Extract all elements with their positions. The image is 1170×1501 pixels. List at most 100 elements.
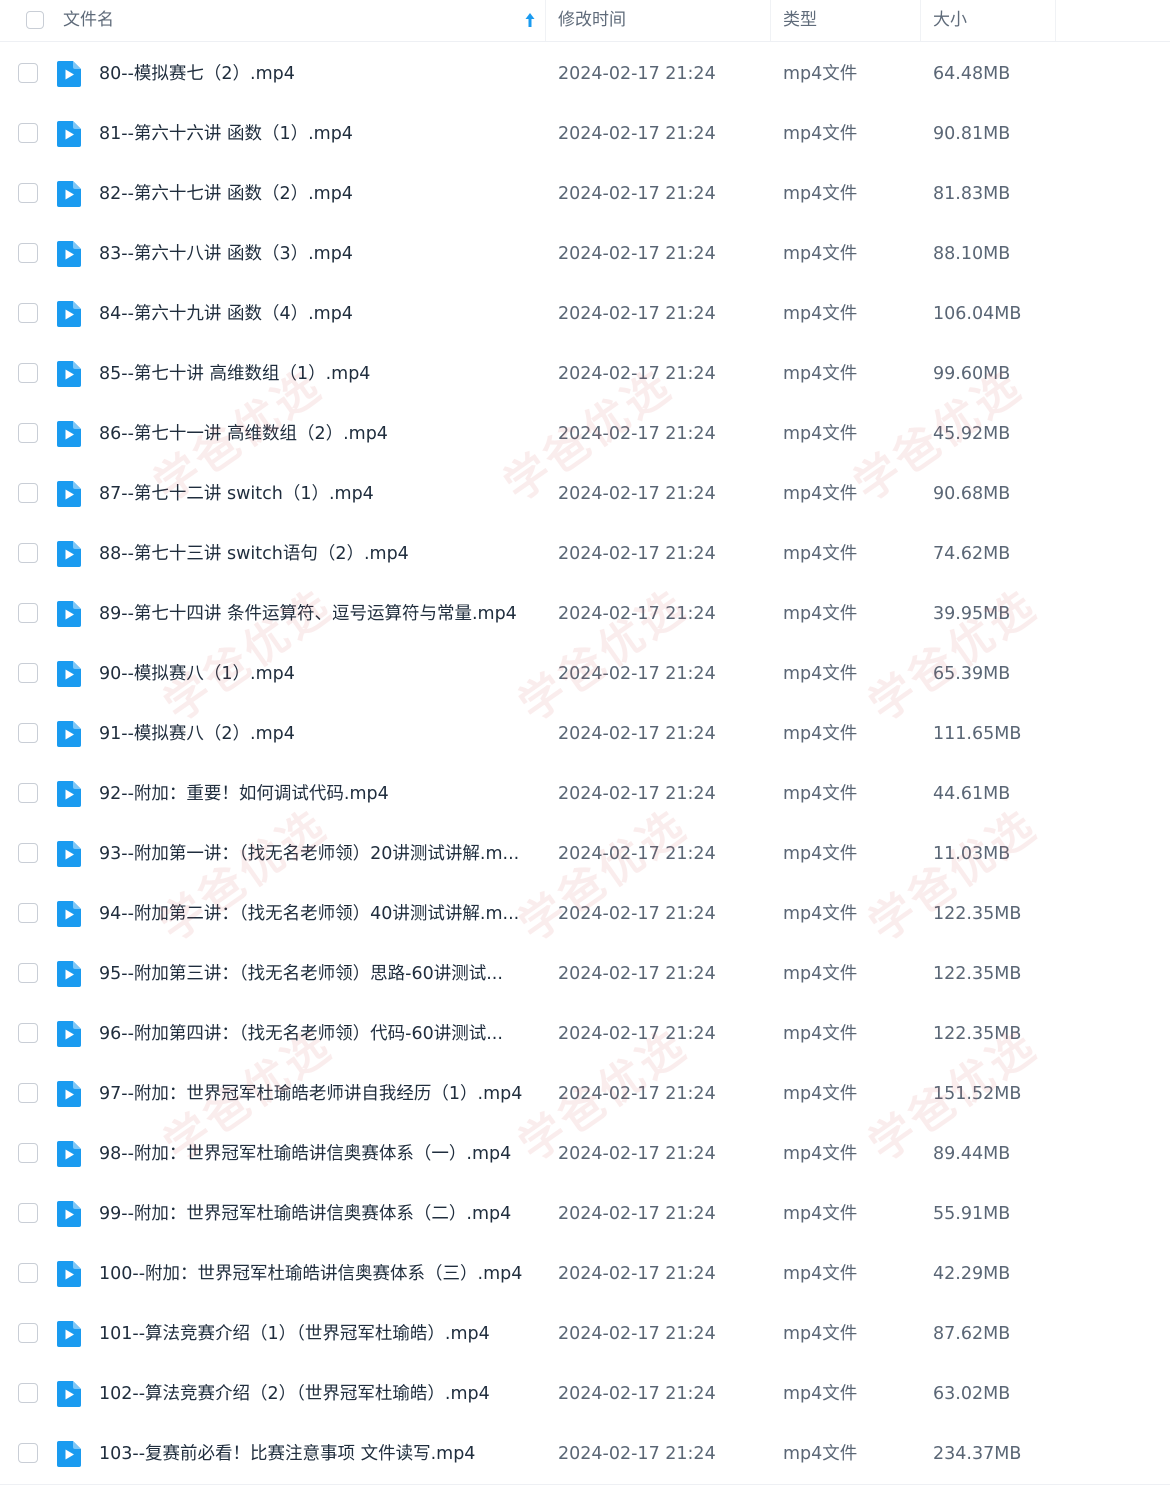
file-name[interactable]: 84--第六十九讲 函数（4）.mp4 (99, 284, 534, 344)
file-name[interactable]: 82--第六十七讲 函数（2）.mp4 (99, 164, 534, 224)
file-name[interactable]: 89--第七十四讲 条件运算符、逗号运算符与常量.mp4 (99, 584, 534, 644)
file-name[interactable]: 94--附加第二讲：（找无名老师领）40讲测试讲解.m... (99, 884, 534, 944)
file-size: 122.35MB (933, 904, 1022, 924)
file-row[interactable]: 88--第七十三讲 switch语句（2）.mp4 2024-02-17 21:2… (0, 524, 1170, 584)
row-checkbox[interactable] (18, 303, 38, 323)
row-checkbox[interactable] (18, 423, 38, 443)
file-row[interactable]: 103--复赛前必看！比赛注意事项 文件读写.mp4 2024-02-17 21:… (0, 1424, 1170, 1484)
file-size: 151.52MB (933, 1084, 1022, 1104)
row-checkbox[interactable] (18, 663, 38, 683)
row-checkbox[interactable] (18, 1443, 38, 1463)
row-checkbox[interactable] (18, 1143, 38, 1163)
file-name[interactable]: 96--附加第四讲：（找无名老师领）代码-60讲测试... (99, 1004, 534, 1064)
row-checkbox[interactable] (18, 903, 38, 923)
file-size: 81.83MB (933, 184, 1011, 204)
file-type: mp4文件 (783, 964, 858, 984)
file-name[interactable]: 95--附加第三讲：（找无名老师领）思路-60讲测试... (99, 944, 534, 1004)
file-name[interactable]: 102--算法竞赛介绍（2）（世界冠军杜瑜皓）.mp4 (99, 1364, 534, 1424)
file-row[interactable]: 91--模拟赛八（2）.mp4 2024-02-17 21:24 mp4文件 111.… (0, 704, 1170, 764)
video-file-icon (57, 901, 81, 927)
file-type: mp4文件 (783, 1444, 858, 1464)
file-name[interactable]: 92--附加：重要！如何调试代码.mp4 (99, 764, 534, 824)
file-size: 74.62MB (933, 544, 1011, 564)
file-modified-time: 2024-02-17 21:24 (558, 424, 716, 444)
file-row[interactable]: 89--第七十四讲 条件运算符、逗号运算符与常量.mp4 2024-02-17 2… (0, 584, 1170, 644)
file-row[interactable]: 83--第六十八讲 函数（3）.mp4 2024-02-17 21:24 mp4文件… (0, 224, 1170, 284)
file-row[interactable]: 90--模拟赛八（1）.mp4 2024-02-17 21:24 mp4文件 65.3… (0, 644, 1170, 704)
row-checkbox[interactable] (18, 1383, 38, 1403)
row-checkbox[interactable] (18, 183, 38, 203)
row-checkbox[interactable] (18, 603, 38, 623)
column-header-name[interactable]: 文件名 (63, 0, 114, 41)
row-checkbox[interactable] (18, 243, 38, 263)
file-name[interactable]: 93--附加第一讲：（找无名老师领）20讲测试讲解.m... (99, 824, 534, 884)
select-all-checkbox[interactable] (26, 11, 44, 29)
file-row[interactable]: 82--第六十七讲 函数（2）.mp4 2024-02-17 21:24 mp4文件… (0, 164, 1170, 224)
file-name[interactable]: 100--附加：世界冠军杜瑜皓讲信奥赛体系（三）.mp4 (99, 1244, 534, 1304)
file-name[interactable]: 87--第七十二讲 switch（1）.mp4 (99, 464, 534, 524)
column-divider[interactable] (1055, 0, 1056, 41)
file-row[interactable]: 102--算法竞赛介绍（2）（世界冠军杜瑜皓）.mp4 2024-02-17 21… (0, 1364, 1170, 1424)
file-row[interactable]: 85--第七十讲 高维数组（1）.mp4 2024-02-17 21:24 mp4文… (0, 344, 1170, 404)
row-checkbox[interactable] (18, 843, 38, 863)
row-checkbox[interactable] (18, 1023, 38, 1043)
file-row[interactable]: 87--第七十二讲 switch（1）.mp4 2024-02-17 21:24 m… (0, 464, 1170, 524)
row-checkbox[interactable] (18, 963, 38, 983)
row-checkbox[interactable] (18, 543, 38, 563)
file-modified-time: 2024-02-17 21:24 (558, 1264, 716, 1284)
file-name[interactable]: 90--模拟赛八（1）.mp4 (99, 644, 534, 704)
row-checkbox[interactable] (18, 63, 38, 83)
row-checkbox[interactable] (18, 363, 38, 383)
row-checkbox[interactable] (18, 483, 38, 503)
row-checkbox[interactable] (18, 723, 38, 743)
file-name[interactable]: 81--第六十六讲 函数（1）.mp4 (99, 104, 534, 164)
row-checkbox[interactable] (18, 1203, 38, 1223)
file-row[interactable]: 101--算法竞赛介绍（1）（世界冠军杜瑜皓）.mp4 2024-02-17 21… (0, 1304, 1170, 1364)
file-name[interactable]: 103--复赛前必看！比赛注意事项 文件读写.mp4 (99, 1424, 534, 1484)
file-row[interactable]: 93--附加第一讲：（找无名老师领）20讲测试讲解.m... 2024-02-17… (0, 824, 1170, 884)
file-row[interactable]: 95--附加第三讲：（找无名老师领）思路-60讲测试... 2024-02-17 … (0, 944, 1170, 1004)
row-checkbox[interactable] (18, 783, 38, 803)
row-checkbox[interactable] (18, 1263, 38, 1283)
column-divider[interactable] (545, 0, 546, 41)
file-row[interactable]: 92--附加：重要！如何调试代码.mp4 2024-02-17 21:24 mp4文… (0, 764, 1170, 824)
file-row[interactable]: 86--第七十一讲 高维数组（2）.mp4 2024-02-17 21:24 mp4… (0, 404, 1170, 464)
file-name[interactable]: 99--附加：世界冠军杜瑜皓讲信奥赛体系（二）.mp4 (99, 1184, 534, 1244)
file-row[interactable]: 81--第六十六讲 函数（1）.mp4 2024-02-17 21:24 mp4文件… (0, 104, 1170, 164)
file-row[interactable]: 100--附加：世界冠军杜瑜皓讲信奥赛体系（三）.mp4 2024-02-17 2… (0, 1244, 1170, 1304)
file-modified-time: 2024-02-17 21:24 (558, 1144, 716, 1164)
file-row[interactable]: 99--附加：世界冠军杜瑜皓讲信奥赛体系（二）.mp4 2024-02-17 21… (0, 1184, 1170, 1244)
file-name[interactable]: 80--模拟赛七（2）.mp4 (99, 44, 534, 104)
file-name[interactable]: 91--模拟赛八（2）.mp4 (99, 704, 534, 764)
file-name[interactable]: 88--第七十三讲 switch语句（2）.mp4 (99, 524, 534, 584)
file-type: mp4文件 (783, 664, 858, 684)
file-name[interactable]: 97--附加：世界冠军杜瑜皓老师讲自我经历（1）.mp4 (99, 1064, 534, 1124)
row-checkbox[interactable] (18, 1323, 38, 1343)
file-row[interactable]: 80--模拟赛七（2）.mp4 2024-02-17 21:24 mp4文件 64.4… (0, 44, 1170, 104)
file-row[interactable]: 98--附加：世界冠军杜瑜皓讲信奥赛体系（一）.mp4 2024-02-17 21… (0, 1124, 1170, 1184)
file-row[interactable]: 96--附加第四讲：（找无名老师领）代码-60讲测试... 2024-02-17 … (0, 1004, 1170, 1064)
column-divider[interactable] (770, 0, 771, 41)
file-row[interactable]: 94--附加第二讲：（找无名老师领）40讲测试讲解.m... 2024-02-17… (0, 884, 1170, 944)
file-size: 39.95MB (933, 604, 1011, 624)
file-row[interactable]: 84--第六十九讲 函数（4）.mp4 2024-02-17 21:24 mp4文件… (0, 284, 1170, 344)
file-name[interactable]: 86--第七十一讲 高维数组（2）.mp4 (99, 404, 534, 464)
file-name[interactable]: 85--第七十讲 高维数组（1）.mp4 (99, 344, 534, 404)
row-checkbox[interactable] (18, 1083, 38, 1103)
file-size: 42.29MB (933, 1264, 1011, 1284)
column-header-size[interactable]: 大小 (933, 0, 967, 41)
row-checkbox[interactable] (18, 123, 38, 143)
file-modified-time: 2024-02-17 21:24 (558, 1384, 716, 1404)
file-row[interactable]: 97--附加：世界冠军杜瑜皓老师讲自我经历（1）.mp4 2024-02-17 2… (0, 1064, 1170, 1124)
sort-ascending-icon[interactable] (523, 10, 537, 30)
file-modified-time: 2024-02-17 21:24 (558, 1024, 716, 1044)
file-name[interactable]: 101--算法竞赛介绍（1）（世界冠军杜瑜皓）.mp4 (99, 1304, 534, 1364)
file-type: mp4文件 (783, 244, 858, 264)
file-modified-time: 2024-02-17 21:24 (558, 1084, 716, 1104)
file-name[interactable]: 98--附加：世界冠军杜瑜皓讲信奥赛体系（一）.mp4 (99, 1124, 534, 1184)
file-name[interactable]: 83--第六十八讲 函数（3）.mp4 (99, 224, 534, 284)
column-divider[interactable] (920, 0, 921, 41)
column-header-type[interactable]: 类型 (783, 0, 817, 41)
column-header-modified[interactable]: 修改时间 (558, 0, 626, 41)
video-file-icon (57, 1201, 81, 1227)
